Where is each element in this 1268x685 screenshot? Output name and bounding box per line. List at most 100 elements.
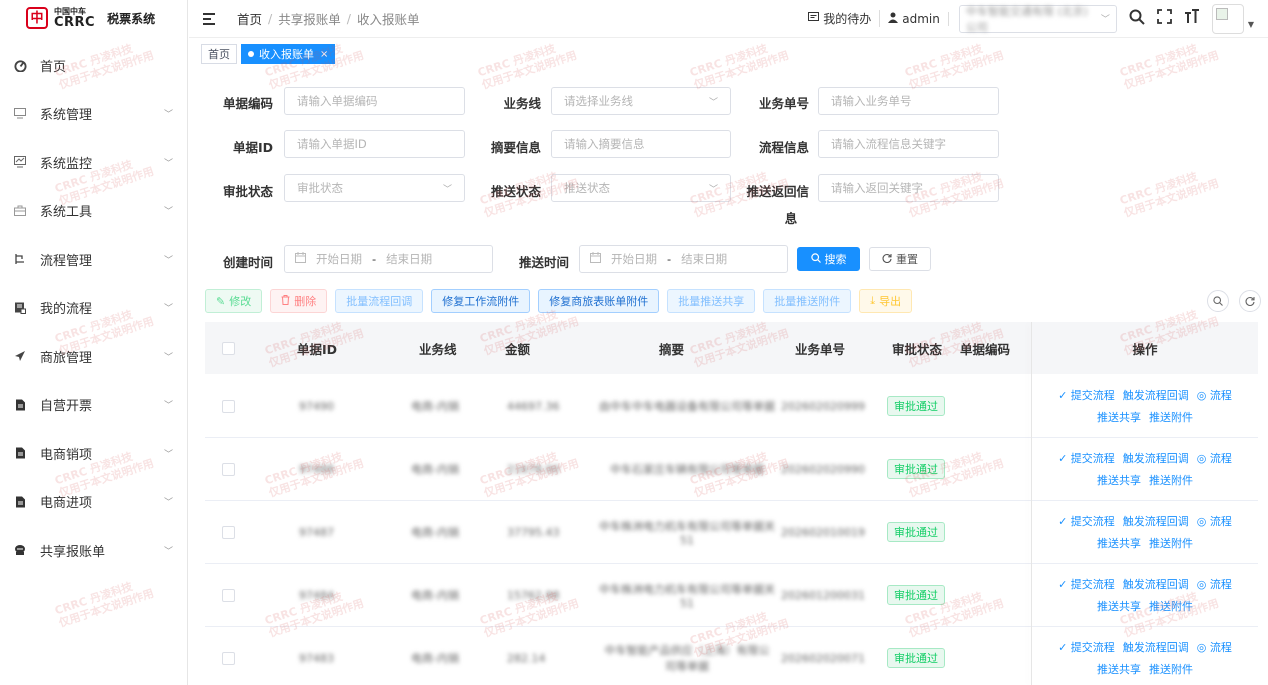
caret-down-icon[interactable]: ▼ — [1248, 20, 1254, 29]
my-todo-button[interactable]: 我的待办 — [808, 10, 881, 27]
create-time-range[interactable]: 开始日期 - 结束日期 — [284, 245, 493, 273]
fullscreen-icon[interactable] — [1156, 9, 1172, 28]
sidebar-item-self-invoicing[interactable]: 自营开票 ﹀ — [0, 381, 187, 430]
push-attachment-link[interactable]: 推送附件 — [1149, 409, 1193, 425]
doc-id-input[interactable]: 请输入单据ID — [284, 130, 465, 158]
push-share-link[interactable]: 推送共享 — [1097, 535, 1141, 551]
submit-flow-link[interactable]: ✓ 提交流程 — [1058, 639, 1115, 655]
flow-link[interactable]: ◎ 流程 — [1197, 639, 1232, 655]
push-time-range[interactable]: 开始日期 - 结束日期 — [579, 245, 788, 273]
check-icon: ✓ — [1058, 515, 1071, 528]
table-row[interactable]: 97488 电商-内销 21678.00 中车石家庄车辆有限公司等单据 2026… — [205, 438, 1258, 501]
push-share-link[interactable]: 推送共享 — [1097, 409, 1141, 425]
trigger-callback-link[interactable]: 触发流程回调 — [1123, 450, 1189, 466]
avatar[interactable] — [1211, 3, 1244, 34]
sidebar-item-system-tools[interactable]: 系统工具 ﹀ — [0, 187, 187, 236]
batch-flow-callback-button[interactable]: 批量流程回调 — [335, 289, 424, 313]
sidebar-item-label: 首页 — [40, 59, 67, 75]
cell-amount: 282.14 — [507, 651, 546, 665]
sidebar-item-ecommerce-output[interactable]: 电商销项 ﹀ — [0, 429, 187, 478]
sidebar-item-system-management[interactable]: 系统管理 ﹀ — [0, 90, 187, 139]
table-row[interactable]: 97490 电商-内销 44697.36 由中车中车电器设备有限公司等单据 20… — [205, 375, 1258, 438]
sidebar-item-label: 系统管理 — [40, 108, 93, 124]
submit-flow-link[interactable]: ✓ 提交流程 — [1058, 513, 1115, 529]
row-checkbox[interactable] — [222, 627, 235, 685]
submit-flow-link[interactable]: ✓ 提交流程 — [1058, 450, 1115, 466]
cell-business-line: 电商-内销 — [411, 589, 459, 602]
select-all-checkbox[interactable] — [222, 322, 235, 374]
row-checkbox[interactable] — [222, 375, 235, 437]
search-icon[interactable] — [1129, 9, 1145, 29]
org-select[interactable]: 中车智能交通有限 (北京) 公司 ﹀ — [958, 4, 1117, 34]
push-attachment-link[interactable]: 推送附件 — [1149, 535, 1193, 551]
breadcrumb-home[interactable]: 首页 — [237, 9, 262, 28]
tag-income-reimbursement[interactable]: 收入报账单 × — [241, 44, 336, 64]
crrc-logo-icon: 中 — [26, 7, 48, 29]
sidebar-item-system-monitor[interactable]: 系统监控 ﹀ — [0, 138, 187, 187]
flow-link[interactable]: ◎ 流程 — [1197, 387, 1232, 403]
business-line-select[interactable]: 请选择业务线 ﹀ — [551, 87, 731, 115]
reset-button[interactable]: 重置 — [869, 247, 931, 271]
push-return-input[interactable]: 请输入返回关键字 — [818, 174, 999, 202]
business-no-input[interactable]: 请输入业务单号 — [818, 87, 999, 115]
sidebar-item-shared-reimbursement[interactable]: 共享报账单 ﹀ — [0, 526, 187, 575]
flow-link[interactable]: ◎ 流程 — [1197, 450, 1232, 466]
sidebar-item-flow-management[interactable]: 流程管理 ﹀ — [0, 235, 187, 284]
shared-icon — [13, 543, 27, 557]
fix-travel-attachment-button[interactable]: 修复商旅表账单附件 — [538, 289, 660, 313]
edit-button[interactable]: ✎ 修改 — [205, 289, 263, 313]
trigger-callback-link[interactable]: 触发流程回调 — [1123, 639, 1189, 655]
batch-push-attachment-button[interactable]: 批量推送附件 — [763, 289, 852, 313]
submit-flow-link[interactable]: ✓ 提交流程 — [1058, 576, 1115, 592]
batch-push-share-button[interactable]: 批量推送共享 — [667, 289, 756, 313]
doc-code-input[interactable]: 请输入单据编码 — [284, 87, 465, 115]
row-checkbox[interactable] — [222, 438, 235, 500]
eye-icon: ◎ — [1196, 389, 1210, 402]
delete-button[interactable]: 删除 — [270, 289, 328, 313]
approval-status-select[interactable]: 审批状态 ﹀ — [284, 174, 465, 202]
hamburger-icon[interactable] — [203, 12, 217, 25]
push-share-link[interactable]: 推送共享 — [1097, 598, 1141, 614]
cell-business-line: 电商-内销 — [411, 526, 459, 539]
export-button[interactable]: ⤓ 导出 — [859, 289, 913, 313]
flow-label: 流程 — [1209, 578, 1232, 591]
trigger-callback-link[interactable]: 触发流程回调 — [1123, 513, 1189, 529]
close-icon[interactable]: × — [320, 49, 328, 60]
refresh-table-button[interactable] — [1239, 290, 1261, 312]
flow-info-input[interactable]: 请输入流程信息关键字 — [818, 130, 999, 158]
business-no-placeholder: 请输入业务单号 — [831, 94, 912, 108]
flow-icon — [13, 252, 27, 266]
push-return-placeholder: 请输入返回关键字 — [831, 181, 923, 195]
tag-home[interactable]: 首页 — [201, 44, 237, 64]
row-checkbox[interactable] — [222, 564, 235, 626]
fix-workflow-attachment-button[interactable]: 修复工作流附件 — [431, 289, 531, 313]
toggle-search-button[interactable] — [1207, 290, 1229, 312]
push-status-select[interactable]: 推送状态 ﹀ — [551, 174, 731, 202]
sidebar-item-travel-management[interactable]: 商旅管理 ﹀ — [0, 332, 187, 381]
row-checkbox[interactable] — [222, 501, 235, 563]
sidebar-item-ecommerce-input[interactable]: 电商进项 ﹀ — [0, 478, 187, 527]
sidebar-item-my-flow[interactable]: 我的流程 ﹀ — [0, 284, 187, 333]
user-menu[interactable]: admin — [880, 11, 949, 26]
push-attachment-link[interactable]: 推送附件 — [1149, 472, 1193, 488]
search-button[interactable]: 搜索 — [797, 247, 860, 271]
breadcrumb-current: 收入报账单 — [356, 12, 420, 27]
table-row[interactable]: 97484 电商-内销 15762.88 中车株洲电力机车有限公司等单据关 51… — [205, 564, 1258, 627]
table-row[interactable]: 97483 电商-内销 282.14 中车智能产品供应（上海）有限公 司等单据 … — [205, 627, 1258, 685]
sidebar-item-home[interactable]: 首页 — [0, 41, 187, 90]
push-attachment-link[interactable]: 推送附件 — [1149, 598, 1193, 614]
trigger-callback-link[interactable]: 触发流程回调 — [1123, 387, 1189, 403]
flow-link[interactable]: ◎ 流程 — [1197, 513, 1232, 529]
push-share-link[interactable]: 推送共享 — [1097, 472, 1141, 488]
row-actions: ✓ 提交流程 触发流程回调 ◎ 流程 推送共享 推送附件 — [1032, 564, 1258, 626]
submit-flow-link[interactable]: ✓ 提交流程 — [1058, 387, 1115, 403]
logo[interactable]: 中 中国中车 CRRC 税票系统 — [0, 0, 187, 36]
checkbox-box — [222, 651, 235, 665]
flow-link[interactable]: ◎ 流程 — [1197, 576, 1232, 592]
font-size-icon[interactable] — [1184, 9, 1200, 28]
table-row[interactable]: 97487 电商-内销 37795.43 中车株洲电力机车有限公司等单据关 51… — [205, 501, 1258, 564]
trigger-callback-link[interactable]: 触发流程回调 — [1123, 576, 1189, 592]
push-share-link[interactable]: 推送共享 — [1097, 661, 1141, 677]
summary-input[interactable]: 请输入摘要信息 — [551, 130, 731, 158]
push-attachment-link[interactable]: 推送附件 — [1149, 661, 1193, 677]
